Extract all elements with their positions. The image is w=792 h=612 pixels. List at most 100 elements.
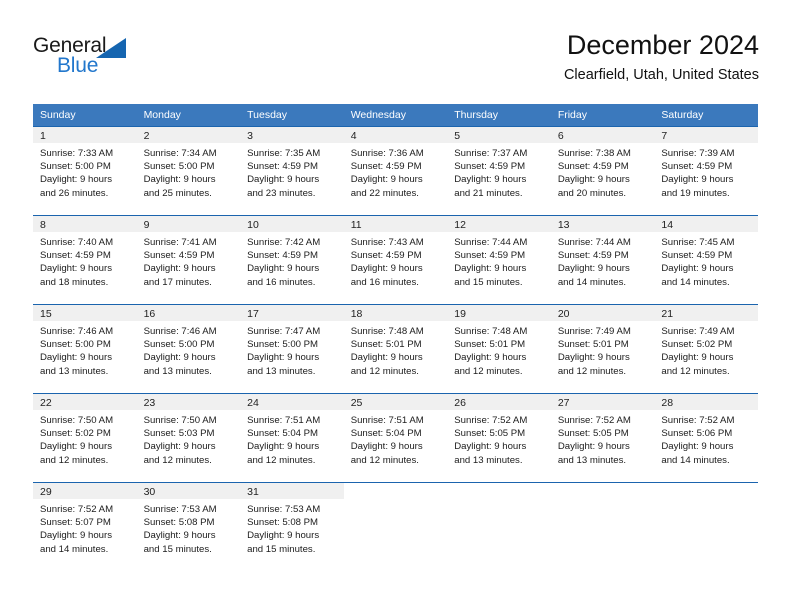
calendar-day-cell[interactable]: 30 Sunrise: 7:53 AM Sunset: 5:08 PM Dayligh… xyxy=(136,482,241,571)
sunset-time: Sunset: 4:59 PM xyxy=(40,250,111,262)
sunrise-time: Sunrise: 7:46 AM xyxy=(40,326,114,337)
calendar-day-cell-inner: 20 Sunrise: 7:49 AM Sunset: 5:01 PM Dayligh… xyxy=(550,304,655,393)
sunset-time: Sunset: 5:00 PM xyxy=(143,339,215,351)
day-number: 15 xyxy=(33,304,137,321)
day-number: 29 xyxy=(33,482,137,499)
page-header: General Blue December 2024 Clearfield, U… xyxy=(33,28,759,100)
daylight-line-2: and 19 minutes. xyxy=(661,187,730,199)
day-details: Sunrise: 7:51 AM Sunset: 5:04 PM Daylight:… xyxy=(344,410,448,467)
calendar-table: Sunday Monday Tuesday Wednesday Thursday… xyxy=(33,104,758,571)
page-title: December 2024 xyxy=(566,30,759,60)
calendar-day-cell[interactable]: 14 Sunrise: 7:45 AM Sunset: 4:59 PM Dayligh… xyxy=(654,215,758,304)
calendar-day-cell[interactable]: 6 Sunrise: 7:38 AM Sunset: 4:59 PM Daylight… xyxy=(550,126,655,215)
calendar-day-cell[interactable]: 24 Sunrise: 7:51 AM Sunset: 5:04 PM Dayligh… xyxy=(240,393,344,482)
general-blue-logo[interactable]: General Blue xyxy=(33,34,153,84)
calendar-day-cell[interactable]: 21 Sunrise: 7:49 AM Sunset: 5:02 PM Dayligh… xyxy=(654,304,758,393)
daylight-line-1: Daylight: 9 hours xyxy=(661,441,734,453)
calendar-day-cell[interactable]: 20 Sunrise: 7:49 AM Sunset: 5:01 PM Dayligh… xyxy=(550,304,655,393)
calendar-header-row: Sunday Monday Tuesday Wednesday Thursday… xyxy=(33,104,758,126)
daylight-line-2: and 12 minutes. xyxy=(350,365,419,377)
day-details: Sunrise: 7:35 AM Sunset: 4:59 PM Daylight:… xyxy=(240,143,344,200)
daylight-line-2: and 22 minutes. xyxy=(350,187,419,199)
day-details: Sunrise: 7:53 AM Sunset: 5:08 PM Daylight:… xyxy=(240,499,344,556)
calendar-day-cell[interactable]: 11 Sunrise: 7:43 AM Sunset: 4:59 PM Dayligh… xyxy=(343,215,448,304)
day-details: Sunrise: 7:52 AM Sunset: 5:05 PM Daylight:… xyxy=(447,410,551,467)
day-details: Sunrise: 7:36 AM Sunset: 4:59 PM Daylight:… xyxy=(344,143,448,200)
calendar-day-cell[interactable]: 2 Sunrise: 7:34 AM Sunset: 5:00 PM Daylight… xyxy=(136,126,241,215)
day-number: 22 xyxy=(33,393,137,410)
calendar-day-cell-inner: 9 Sunrise: 7:41 AM Sunset: 4:59 PM Daylight… xyxy=(136,215,241,304)
sunset-time: Sunset: 4:59 PM xyxy=(350,161,422,173)
calendar-day-cell[interactable]: 5 Sunrise: 7:37 AM Sunset: 4:59 PM Daylight… xyxy=(447,126,551,215)
day-number: 18 xyxy=(343,304,448,321)
calendar-day-cell[interactable]: 8 Sunrise: 7:40 AM Sunset: 4:59 PM Daylight… xyxy=(33,215,137,304)
calendar-day-cell-inner: 22 Sunrise: 7:50 AM Sunset: 5:02 PM Dayligh… xyxy=(33,393,137,482)
calendar-day-cell[interactable]: 29 Sunrise: 7:52 AM Sunset: 5:07 PM Dayligh… xyxy=(33,482,137,571)
calendar-day-cell-inner: 7 Sunrise: 7:39 AM Sunset: 4:59 PM Daylight… xyxy=(654,126,758,215)
calendar-day-cell[interactable]: 25 Sunrise: 7:51 AM Sunset: 5:04 PM Dayligh… xyxy=(343,393,448,482)
day-number: 5 xyxy=(447,126,551,143)
calendar-day-cell[interactable]: 1 Sunrise: 7:33 AM Sunset: 5:00 PM Daylight… xyxy=(33,126,137,215)
calendar-day-cell[interactable]: 10 Sunrise: 7:42 AM Sunset: 4:59 PM Dayligh… xyxy=(240,215,344,304)
calendar-day-cell[interactable]: 31 Sunrise: 7:53 AM Sunset: 5:08 PM Dayligh… xyxy=(240,482,344,571)
calendar-day-cell[interactable]: 15 Sunrise: 7:46 AM Sunset: 5:00 PM Dayligh… xyxy=(33,304,137,393)
day-number: 3 xyxy=(240,126,344,143)
day-number: 9 xyxy=(136,215,241,232)
daylight-line-1: Daylight: 9 hours xyxy=(454,352,527,364)
calendar-day-cell[interactable]: 23 Sunrise: 7:50 AM Sunset: 5:03 PM Dayligh… xyxy=(136,393,241,482)
calendar-day-cell[interactable]: 18 Sunrise: 7:48 AM Sunset: 5:01 PM Dayligh… xyxy=(343,304,448,393)
calendar-day-cell-inner: 16 Sunrise: 7:46 AM Sunset: 5:00 PM Dayligh… xyxy=(136,304,241,393)
day-number: 2 xyxy=(136,126,241,143)
calendar-day-cell[interactable]: 13 Sunrise: 7:44 AM Sunset: 4:59 PM Dayligh… xyxy=(550,215,655,304)
calendar-day-cell[interactable]: 9 Sunrise: 7:41 AM Sunset: 4:59 PM Daylight… xyxy=(136,215,241,304)
calendar-day-cell[interactable]: 28 Sunrise: 7:52 AM Sunset: 5:06 PM Dayligh… xyxy=(654,393,758,482)
daylight-line-2: and 12 minutes. xyxy=(661,365,730,377)
calendar-day-cell[interactable]: 16 Sunrise: 7:46 AM Sunset: 5:00 PM Dayligh… xyxy=(136,304,241,393)
calendar-day-cell[interactable]: 27 Sunrise: 7:52 AM Sunset: 5:05 PM Dayligh… xyxy=(550,393,655,482)
calendar-day-cell[interactable]: 19 Sunrise: 7:48 AM Sunset: 5:01 PM Dayligh… xyxy=(447,304,551,393)
sunset-time: Sunset: 4:59 PM xyxy=(454,161,526,173)
weekday-header-sunday: Sunday xyxy=(33,104,137,126)
calendar-day-cell[interactable]: 7 Sunrise: 7:39 AM Sunset: 4:59 PM Daylight… xyxy=(654,126,758,215)
sunset-time: Sunset: 5:05 PM xyxy=(454,428,526,440)
daylight-line-1: Daylight: 9 hours xyxy=(350,174,423,186)
day-number: 23 xyxy=(136,393,241,410)
weekday-header-friday: Friday xyxy=(550,104,655,126)
calendar-day-cell-inner: 1 Sunrise: 7:33 AM Sunset: 5:00 PM Daylight… xyxy=(33,126,137,215)
calendar-day-cell[interactable]: 26 Sunrise: 7:52 AM Sunset: 5:05 PM Dayligh… xyxy=(447,393,551,482)
sunset-time: Sunset: 5:03 PM xyxy=(143,428,215,440)
day-details: Sunrise: 7:48 AM Sunset: 5:01 PM Daylight:… xyxy=(447,321,551,378)
day-number xyxy=(654,482,758,499)
day-details: Sunrise: 7:39 AM Sunset: 4:59 PM Daylight:… xyxy=(654,143,758,200)
calendar-day-cell-inner: 13 Sunrise: 7:44 AM Sunset: 4:59 PM Dayligh… xyxy=(550,215,655,304)
sunrise-time: Sunrise: 7:42 AM xyxy=(247,237,321,248)
calendar-day-cell[interactable]: 17 Sunrise: 7:47 AM Sunset: 5:00 PM Dayligh… xyxy=(240,304,344,393)
daylight-line-2: and 14 minutes. xyxy=(661,454,730,466)
daylight-line-1: Daylight: 9 hours xyxy=(350,352,423,364)
daylight-line-2: and 12 minutes. xyxy=(454,365,523,377)
daylight-line-1: Daylight: 9 hours xyxy=(557,352,630,364)
calendar-day-cell[interactable]: 12 Sunrise: 7:44 AM Sunset: 4:59 PM Dayligh… xyxy=(447,215,551,304)
day-number: 21 xyxy=(654,304,758,321)
calendar-day-cell[interactable]: 22 Sunrise: 7:50 AM Sunset: 5:02 PM Dayligh… xyxy=(33,393,137,482)
calendar-day-cell-inner: 12 Sunrise: 7:44 AM Sunset: 4:59 PM Dayligh… xyxy=(447,215,551,304)
sunset-time: Sunset: 5:01 PM xyxy=(454,339,526,351)
sunset-time: Sunset: 5:05 PM xyxy=(557,428,629,440)
daylight-line-2: and 13 minutes. xyxy=(247,365,316,377)
calendar-day-cell-inner xyxy=(654,482,758,571)
daylight-line-2: and 15 minutes. xyxy=(143,543,212,555)
calendar-day-cell-inner: 6 Sunrise: 7:38 AM Sunset: 4:59 PM Daylight… xyxy=(550,126,655,215)
day-number: 7 xyxy=(654,126,758,143)
calendar-day-cell[interactable]: 3 Sunrise: 7:35 AM Sunset: 4:59 PM Daylight… xyxy=(240,126,344,215)
daylight-line-2: and 14 minutes. xyxy=(40,543,109,555)
calendar-day-cell-inner: 28 Sunrise: 7:52 AM Sunset: 5:06 PM Dayligh… xyxy=(654,393,758,482)
sunset-time: Sunset: 5:02 PM xyxy=(40,428,111,440)
daylight-line-1: Daylight: 9 hours xyxy=(454,263,527,275)
calendar-day-cell[interactable]: 4 Sunrise: 7:36 AM Sunset: 4:59 PM Daylight… xyxy=(343,126,448,215)
daylight-line-2: and 14 minutes. xyxy=(661,276,730,288)
sunrise-time: Sunrise: 7:38 AM xyxy=(557,148,631,159)
day-details: Sunrise: 7:51 AM Sunset: 5:04 PM Daylight:… xyxy=(240,410,344,467)
day-number: 28 xyxy=(654,393,758,410)
sunrise-time: Sunrise: 7:52 AM xyxy=(557,415,631,426)
calendar-day-cell-inner: 2 Sunrise: 7:34 AM Sunset: 5:00 PM Daylight… xyxy=(136,126,241,215)
